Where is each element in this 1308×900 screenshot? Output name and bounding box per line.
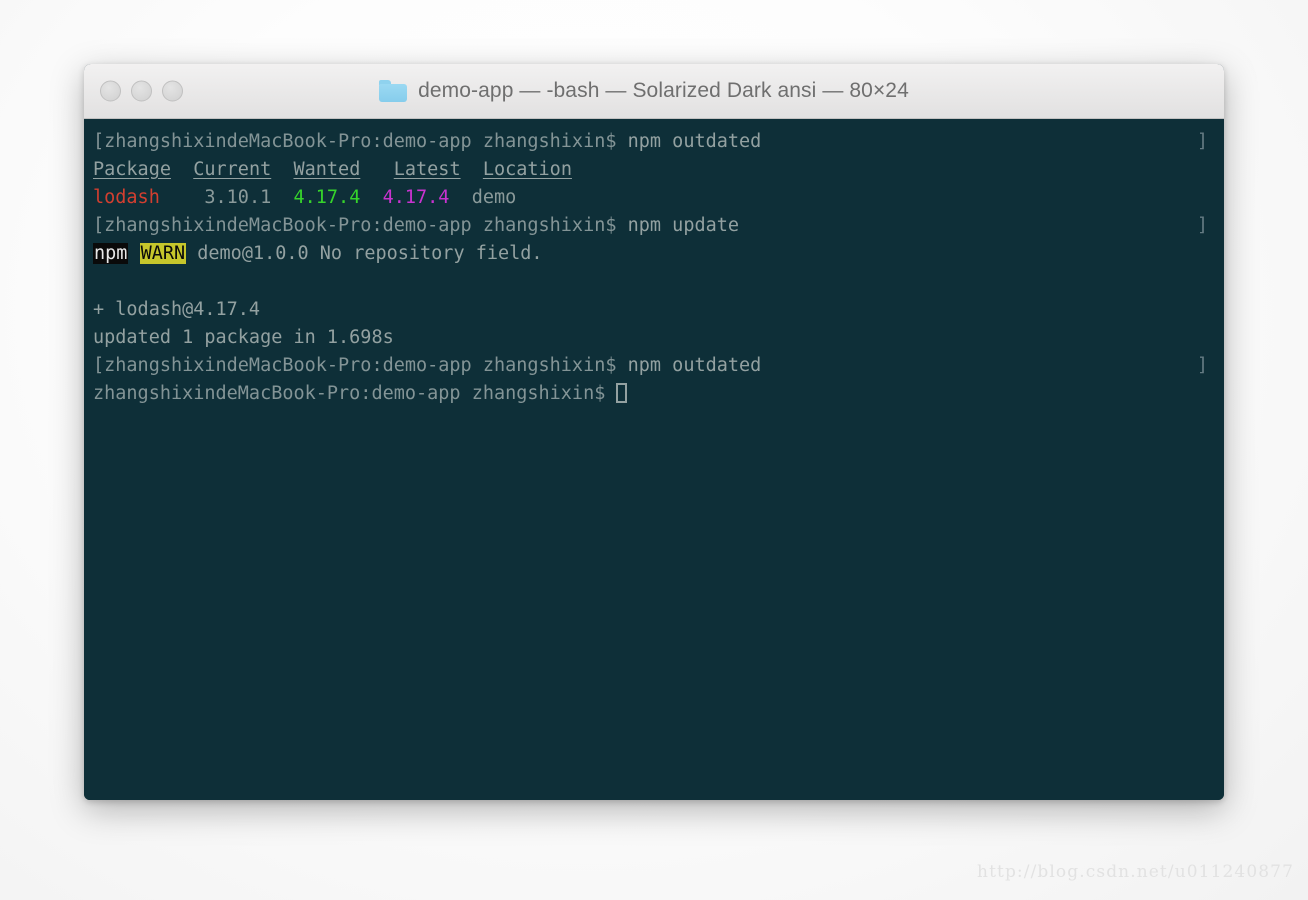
column-header-wanted: Wanted (293, 159, 361, 180)
bracketed-paste-marker: ] (1196, 131, 1208, 152)
warn-badge: WARN (139, 243, 187, 264)
shell-prompt: [zhangshixindeMacBook-Pro:demo-app zhang… (93, 215, 628, 236)
title-center-group: demo-app — -bash — Solarized Dark ansi —… (379, 79, 909, 103)
shell-command: npm outdated (627, 355, 762, 376)
column-header-location: Location (482, 159, 572, 180)
shell-command: npm outdated (627, 131, 762, 152)
watermark-url: http://blog.csdn.net/u011240877 (977, 862, 1294, 882)
window-title: demo-app — -bash — Solarized Dark ansi —… (418, 79, 909, 102)
cell-location: demo (471, 187, 517, 208)
bracketed-paste-marker: ] (1196, 355, 1208, 376)
terminal-line-command: [zhangshixindeMacBook-Pro:demo-app zhang… (93, 352, 1224, 380)
shell-prompt: zhangshixindeMacBook-Pro:demo-app zhangs… (93, 383, 617, 404)
terminal-line-warning: npm WARN demo@1.0.0 No repository field. (93, 240, 1224, 268)
bracketed-paste-marker: ] (1196, 215, 1208, 236)
terminal-line-active-prompt[interactable]: zhangshixindeMacBook-Pro:demo-app zhangs… (93, 380, 1224, 408)
cell-package-name: lodash (93, 187, 160, 208)
close-button[interactable] (100, 80, 121, 102)
column-header-latest: Latest (393, 159, 461, 180)
column-header-package: Package (93, 159, 171, 180)
terminal-line-command: [zhangshixindeMacBook-Pro:demo-app zhang… (93, 212, 1224, 240)
terminal-line-command: [zhangshixindeMacBook-Pro:demo-app zhang… (93, 128, 1224, 156)
shell-prompt: [zhangshixindeMacBook-Pro:demo-app zhang… (93, 131, 628, 152)
outdated-table-header: Package Current Wanted Latest Location (93, 156, 1224, 184)
window-title-bar[interactable]: demo-app — -bash — Solarized Dark ansi —… (84, 64, 1224, 119)
cell-latest-version: 4.17.4 (382, 187, 450, 208)
cell-wanted-version: 4.17.4 (293, 187, 361, 208)
minimize-button[interactable] (131, 80, 152, 102)
cell-current-version: 3.10.1 (204, 187, 272, 208)
warning-message: demo@1.0.0 No repository field. (197, 243, 543, 264)
npm-tag: npm (93, 243, 129, 264)
traffic-light-group (100, 80, 183, 102)
column-header-current: Current (193, 159, 272, 180)
shell-command: npm update (627, 215, 740, 236)
terminal-line-output: + lodash@4.17.4 (93, 299, 261, 320)
terminal-window[interactable]: demo-app — -bash — Solarized Dark ansi —… (84, 64, 1224, 800)
terminal-output-area[interactable]: [zhangshixindeMacBook-Pro:demo-app zhang… (84, 119, 1224, 800)
shell-prompt: [zhangshixindeMacBook-Pro:demo-app zhang… (93, 355, 628, 376)
text-cursor (616, 383, 628, 403)
terminal-line-output: updated 1 package in 1.698s (93, 327, 394, 348)
folder-icon (379, 80, 408, 102)
zoom-button[interactable] (162, 80, 183, 102)
outdated-table-row: lodash 3.10.1 4.17.4 4.17.4 demo (93, 184, 1224, 212)
